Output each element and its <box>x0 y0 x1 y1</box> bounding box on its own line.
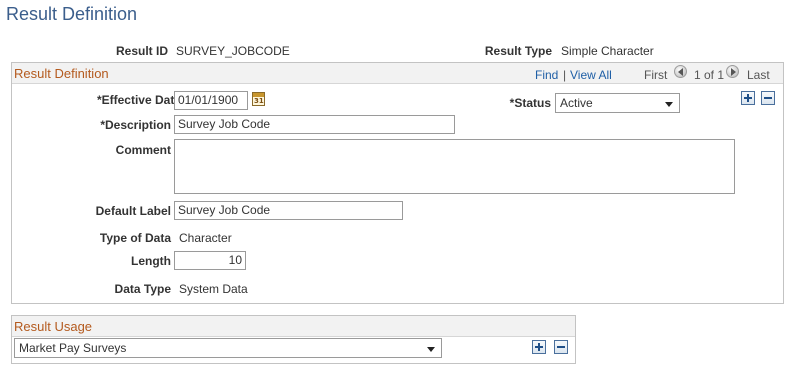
chevron-down-icon <box>665 102 673 107</box>
default-label-field[interactable]: Survey Job Code <box>174 201 403 220</box>
default-label-label: Default Label <box>95 204 171 218</box>
delete-row-button[interactable] <box>761 91 775 105</box>
row-count: 1 of 1 <box>694 68 725 82</box>
length-field[interactable]: 10 <box>174 251 246 270</box>
result-id-value: SURVEY_JOBCODE <box>176 44 290 58</box>
view-all-link[interactable]: View All <box>570 68 612 82</box>
data-type-label: Data Type <box>114 282 171 296</box>
status-selected-value: Active <box>560 96 593 110</box>
usage-delete-row-button[interactable] <box>554 340 568 354</box>
description-field[interactable]: Survey Job Code <box>174 115 455 134</box>
calendar-icon[interactable]: 31 <box>252 92 265 106</box>
status-label: *Status <box>509 96 551 110</box>
last-label: Last <box>747 68 770 82</box>
chevron-left-icon <box>678 68 683 76</box>
result-usage-group: Result Usage Market Pay Surveys <box>11 315 576 364</box>
result-usage-header: Result Usage <box>12 316 575 337</box>
next-row-button[interactable] <box>726 65 739 78</box>
result-type-value: Simple Character <box>561 44 654 58</box>
effective-date-label: *Effective Date <box>96 93 181 107</box>
result-definition-group: Result Definition Find | View All First … <box>11 62 784 304</box>
description-label: *Description <box>100 118 171 132</box>
effective-date-field[interactable]: 01/01/1900 <box>174 91 248 110</box>
plus-icon <box>747 94 749 102</box>
result-definition-header: Result Definition Find | View All First … <box>12 63 783 84</box>
status-select[interactable]: Active <box>555 93 680 113</box>
result-definition-title: Result Definition <box>14 66 109 81</box>
calendar-day: 31 <box>254 97 264 105</box>
comment-label: Comment <box>115 143 171 157</box>
usage-add-row-button[interactable] <box>532 340 546 354</box>
result-usage-selected-value: Market Pay Surveys <box>19 341 127 355</box>
type-of-data-label: Type of Data <box>99 231 171 245</box>
minus-icon <box>557 346 565 348</box>
result-usage-title: Result Usage <box>14 319 93 334</box>
nav-separator: | <box>563 68 567 82</box>
minus-icon <box>764 97 772 99</box>
page-title: Result Definition <box>6 4 138 24</box>
first-label: First <box>644 68 668 82</box>
type-of-data-value: Character <box>179 231 232 245</box>
add-row-button[interactable] <box>741 91 755 105</box>
result-usage-select[interactable]: Market Pay Surveys <box>14 338 442 358</box>
comment-textarea[interactable] <box>174 139 735 194</box>
plus-icon <box>538 343 540 351</box>
data-type-value: System Data <box>179 282 248 296</box>
chevron-down-icon <box>427 347 435 352</box>
result-id-label: Result ID <box>115 44 168 58</box>
result-type-label: Result Type <box>484 44 552 58</box>
length-label: Length <box>131 254 171 268</box>
previous-row-button[interactable] <box>674 65 687 78</box>
chevron-right-icon <box>731 68 736 76</box>
find-link[interactable]: Find <box>535 68 558 82</box>
